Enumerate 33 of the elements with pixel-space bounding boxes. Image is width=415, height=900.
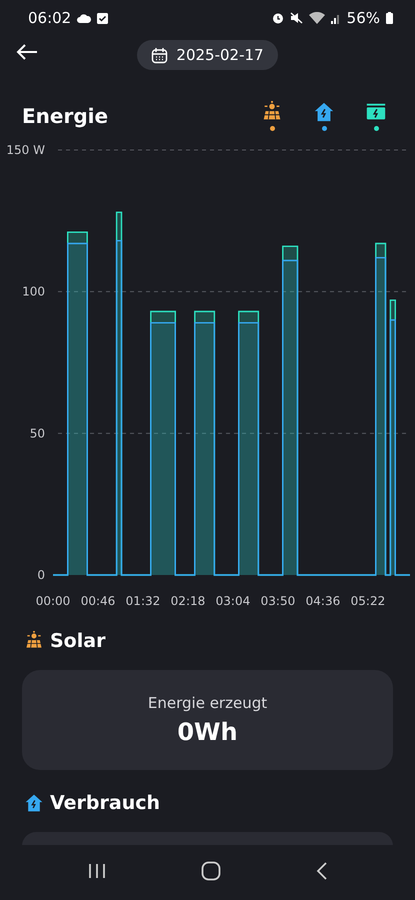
wifi-icon	[308, 12, 325, 24]
house-icon	[24, 793, 44, 813]
x-axis-label: 05:22	[350, 594, 386, 608]
back-arrow-icon	[16, 44, 38, 60]
x-axis-label: 00:46	[80, 594, 116, 608]
x-axis-label: 02:18	[170, 594, 206, 608]
y-axis-label: 0	[37, 568, 45, 582]
signal-icon	[330, 12, 341, 24]
mute-icon	[290, 12, 303, 24]
checkbox-icon	[97, 12, 108, 24]
alarm-icon	[272, 12, 284, 24]
section-heading: Verbrauch	[50, 792, 160, 814]
phone-battery-icon	[386, 12, 393, 24]
y-axis-label: 150 W	[6, 143, 45, 157]
y-axis-label: 100	[22, 284, 45, 299]
x-axis-label: 03:50	[260, 594, 296, 608]
chevron-left-icon	[316, 862, 328, 880]
battery-percent: 56%	[346, 9, 380, 27]
page-title: Energie	[22, 104, 110, 128]
house-icon	[313, 101, 335, 123]
x-axis-label: 00:00	[36, 594, 70, 608]
y-axis-label: 50	[30, 426, 45, 440]
section-heading: Solar	[50, 630, 106, 652]
cloud-icon	[77, 13, 92, 23]
status-time: 06:02	[28, 9, 72, 27]
card-value: 0Wh	[177, 718, 238, 746]
card-label: Energie erzeugt	[148, 694, 268, 712]
x-axis-label: 01:32	[126, 594, 160, 608]
date-picker-button[interactable]: 2025-02-17	[137, 40, 278, 70]
x-axis-label: 04:36	[306, 594, 340, 608]
calendar-icon	[151, 46, 168, 64]
recent-apps-icon	[88, 863, 106, 879]
x-axis-label: 03:04	[216, 594, 250, 608]
